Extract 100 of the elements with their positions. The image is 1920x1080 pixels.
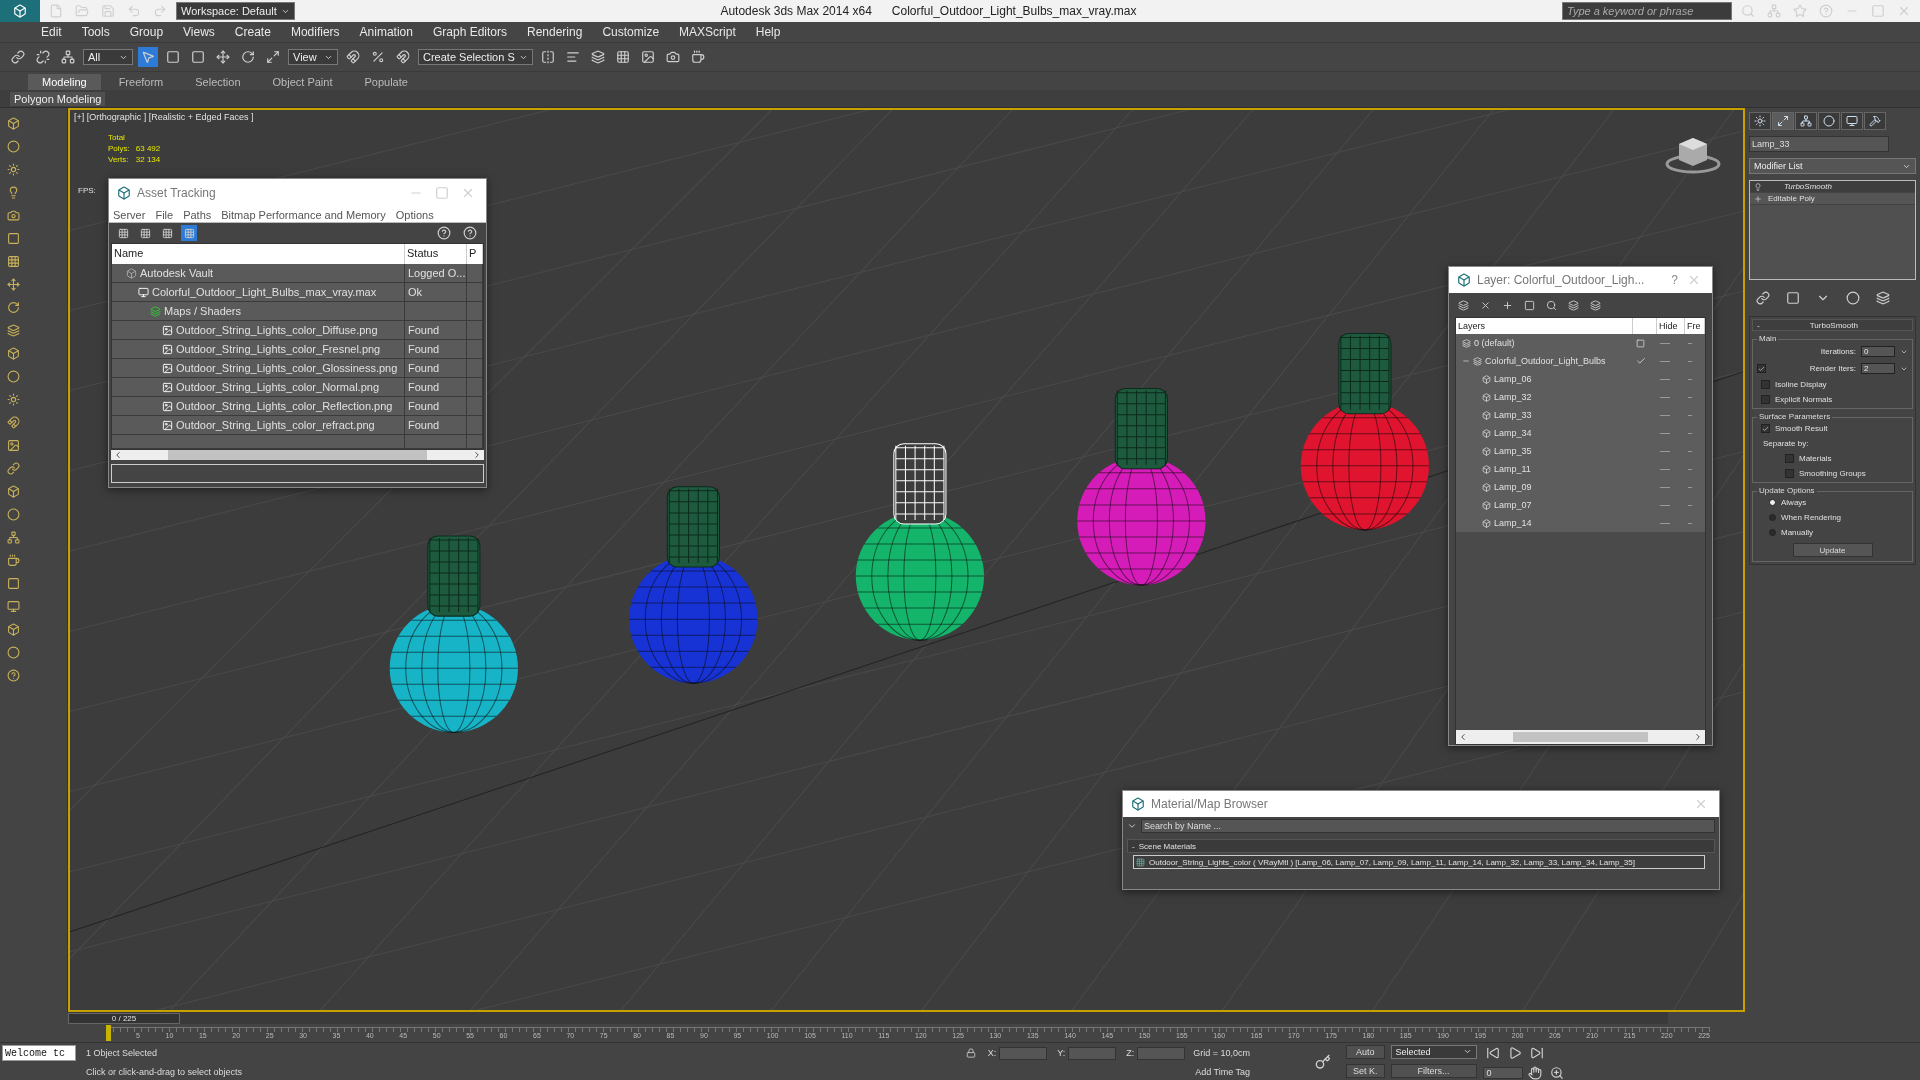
sun-icon[interactable]	[4, 160, 23, 179]
check-icon[interactable]	[1636, 356, 1646, 366]
menu-item[interactable]: Modifiers	[281, 23, 349, 41]
menu-item[interactable]: Edit	[32, 23, 71, 41]
asset-name[interactable]: Outdoor_String_Lights_color_Fresnel.png	[176, 343, 381, 355]
monitor-icon[interactable]	[1841, 112, 1863, 130]
time-tag-label[interactable]: Add Time Tag	[1187, 1066, 1258, 1077]
layers-icon[interactable]	[4, 321, 23, 340]
menu-item[interactable]: Customize	[593, 23, 669, 41]
layer-name[interactable]: Lamp_35	[1494, 446, 1532, 456]
move-icon[interactable]	[4, 275, 23, 294]
checkbox-label[interactable]: Explicit Normals	[1775, 395, 1833, 404]
ribbon-tab[interactable]: Freeform	[104, 74, 178, 90]
sphere-icon[interactable]	[4, 137, 23, 156]
column-header[interactable]: Status	[405, 244, 467, 264]
scroll-right-icon[interactable]	[472, 450, 482, 460]
path-field[interactable]	[111, 464, 484, 483]
menu-item[interactable]: Graph Editors	[423, 23, 516, 41]
layer-name[interactable]: Lamp_09	[1494, 482, 1532, 492]
link-icon[interactable]	[8, 47, 28, 67]
checkbox[interactable]	[1761, 380, 1770, 389]
pointer-icon[interactable]	[138, 47, 158, 67]
rollout-title[interactable]: TurboSmooth	[1809, 320, 1858, 330]
checkbox[interactable]	[1761, 395, 1770, 404]
radio-button[interactable]	[1769, 529, 1776, 536]
coordinate-dropdown[interactable]: View	[288, 49, 338, 65]
spinner-field[interactable]: 0	[1861, 346, 1895, 357]
asset-name[interactable]: Outdoor_String_Lights_color_Glossiness.png	[176, 362, 398, 374]
asset-name[interactable]: Outdoor_String_Lights_color_Normal.png	[176, 381, 379, 393]
radio-button[interactable]	[1769, 499, 1776, 506]
app-logo-icon[interactable]	[0, 0, 40, 22]
ribbon-tab[interactable]: Object Paint	[258, 74, 347, 90]
coordinate-field[interactable]	[999, 1046, 1048, 1060]
layers-icon[interactable]	[1455, 297, 1471, 313]
scrollbar[interactable]	[111, 450, 484, 460]
layer-name[interactable]: Lamp_34	[1494, 428, 1532, 438]
square-icon[interactable]	[1636, 338, 1645, 348]
column-header[interactable]: P	[467, 244, 483, 264]
menu-item[interactable]: Group	[120, 23, 173, 41]
help-icon[interactable]	[4, 666, 23, 685]
radio-button[interactable]	[1769, 514, 1776, 521]
radio-label[interactable]: Manually	[1781, 528, 1813, 537]
set-key-button[interactable]: Set K.	[1346, 1064, 1385, 1079]
radio-label[interactable]: When Rendering	[1781, 513, 1842, 522]
update-button[interactable]: Update	[1792, 543, 1873, 557]
hierarchy-icon[interactable]	[1795, 112, 1817, 130]
menu-item[interactable]: Create	[225, 23, 280, 41]
radio-label[interactable]: Always	[1781, 498, 1807, 507]
workspace-dropdown[interactable]: Workspace: Default	[176, 2, 295, 20]
layer-name[interactable]: Lamp_14	[1494, 518, 1532, 528]
asset-name[interactable]: Colorful_Outdoor_Light_Bulbs_max_vray.max	[152, 286, 377, 298]
layer-name[interactable]: Colorful_Outdoor_Light_Bulbs	[1485, 356, 1606, 366]
checkbox[interactable]	[1757, 364, 1766, 373]
sun-icon[interactable]	[4, 390, 23, 409]
named-selection-dropdown[interactable]: Create Selection S	[418, 49, 533, 65]
layer-name[interactable]: Lamp_11	[1494, 464, 1531, 474]
link-icon[interactable]	[4, 459, 23, 478]
menu-item[interactable]: Animation	[350, 23, 422, 41]
asset-name[interactable]: Outdoor_String_Lights_color_Reflection.png	[176, 400, 393, 412]
menu-item[interactable]: Paths	[183, 208, 212, 221]
menu-item[interactable]: MAXScript	[670, 23, 745, 41]
expand-icon[interactable]	[1754, 194, 1762, 203]
menu-item[interactable]: Server	[113, 208, 146, 221]
sphere-icon[interactable]	[4, 643, 23, 662]
auto-key-button[interactable]: Auto	[1346, 1044, 1385, 1059]
layer-name[interactable]: 0 (default)	[1474, 338, 1515, 348]
coordinate-field[interactable]	[1137, 1046, 1186, 1060]
slider-thumb[interactable]: 0 / 225	[68, 1012, 180, 1024]
menu-item[interactable]: Options	[395, 208, 434, 221]
maxscript-listener-field[interactable]: Welcome tc	[2, 1045, 76, 1061]
collapse-toggle[interactable]: -	[1132, 841, 1135, 851]
layers-icon[interactable]	[1587, 297, 1603, 313]
asset-name[interactable]: Autodesk Vault	[140, 267, 214, 279]
object-name-field[interactable]: Lamp_33	[1749, 136, 1889, 152]
search-field[interactable]: Type a keyword or phrase	[1562, 2, 1732, 20]
menu-item[interactable]: Tools	[72, 23, 119, 41]
menu-item[interactable]: Help	[746, 23, 790, 41]
unlink-icon[interactable]	[33, 47, 53, 67]
search-field[interactable]: Search by Name ...	[1141, 819, 1715, 833]
ribbon-tab[interactable]: Populate	[350, 74, 422, 90]
sphere-icon[interactable]	[4, 367, 23, 386]
checkbox[interactable]	[1785, 469, 1794, 478]
rollout-toggle[interactable]: -	[1757, 320, 1760, 330]
scroll-right-icon[interactable]	[1693, 732, 1703, 742]
menu-item[interactable]: Views	[174, 23, 224, 41]
magnet-icon[interactable]	[4, 413, 23, 432]
ribbon-panel-label[interactable]: Polygon Modeling	[10, 91, 106, 106]
checkbox-label[interactable]: Smooth Result	[1775, 424, 1828, 433]
bulb-icon[interactable]	[1754, 182, 1762, 191]
layers-icon[interactable]	[1565, 297, 1581, 313]
ribbon-tab[interactable]: Selection	[181, 74, 255, 90]
checkbox-label[interactable]: Materials	[1799, 454, 1832, 463]
asset-name[interactable]: Outdoor_String_Lights_color_Diffuse.png	[176, 324, 378, 336]
menu-item[interactable]: Bitmap Performance and Memory	[221, 208, 386, 221]
viewport-label[interactable]: [+] [Orthographic ] [Realistic + Edged Faces ]	[74, 112, 254, 122]
checkbox-label[interactable]: Isoline Display	[1775, 380, 1827, 389]
column-header[interactable]: Name	[112, 244, 405, 264]
asset-name[interactable]: Maps / Shaders	[164, 305, 242, 317]
checkbox-label[interactable]: Smoothing Groups	[1799, 469, 1866, 478]
selection-filter-dropdown[interactable]: All	[83, 49, 133, 65]
